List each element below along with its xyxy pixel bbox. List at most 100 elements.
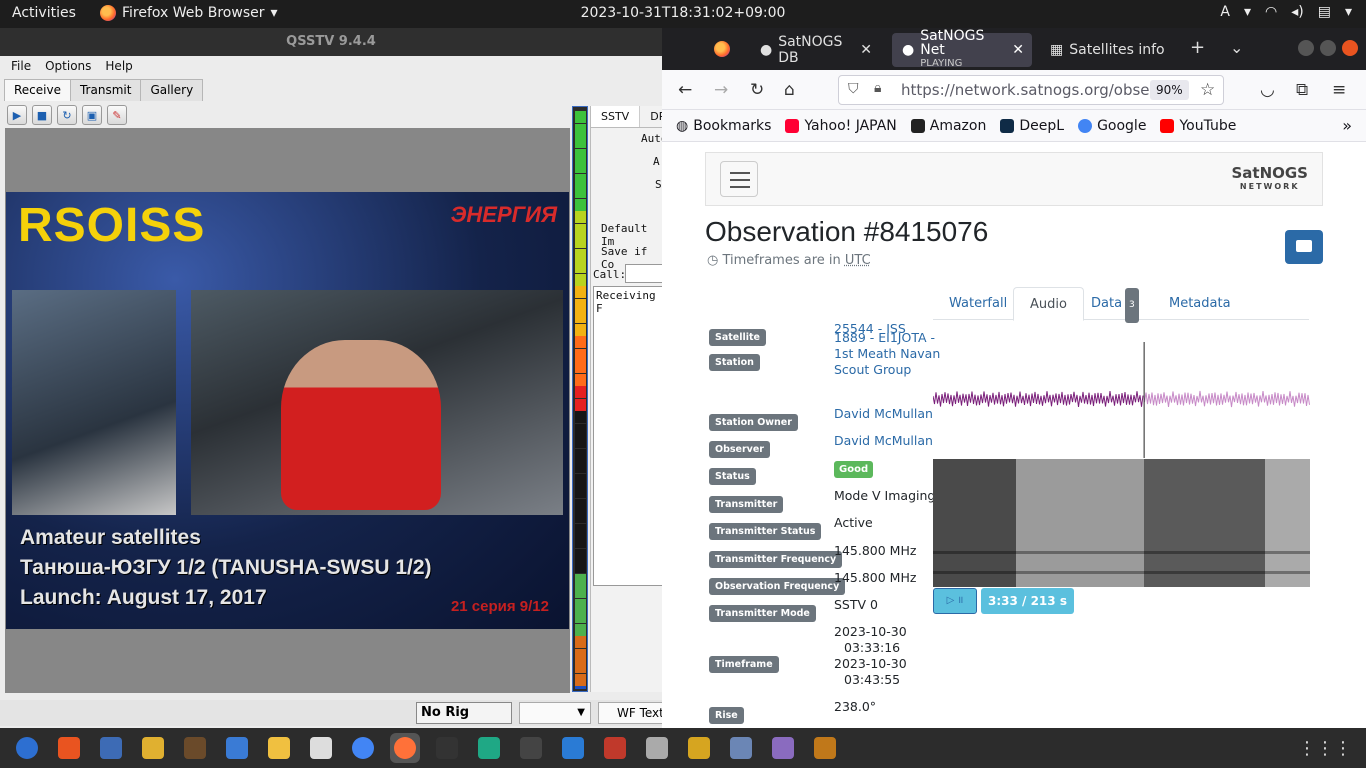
gem-icon[interactable]: [768, 733, 798, 763]
menu-help[interactable]: Help: [105, 59, 132, 73]
meta-link[interactable]: 1st Meath Navan: [834, 346, 940, 362]
status-combo[interactable]: ▼: [519, 702, 591, 724]
start-icon[interactable]: ▶: [7, 105, 27, 125]
meta-row: Transmitter Mode V Imaging: [709, 488, 935, 513]
menu-options[interactable]: Options: [45, 59, 91, 73]
receive-toolbar: ▶ ■ ↻ ▣ ✎: [7, 105, 127, 125]
meter-cell: [575, 161, 586, 173]
tab-satnogs-db[interactable]: ● SatNOGS DB ✕: [750, 33, 880, 67]
close-icon[interactable]: ✕: [1012, 42, 1024, 58]
archive-icon[interactable]: [810, 733, 840, 763]
window-close-icon[interactable]: [1342, 40, 1358, 56]
close-icon[interactable]: ✕: [860, 42, 872, 58]
receive-log[interactable]: Receiving F: [593, 286, 662, 586]
mail-icon[interactable]: [222, 733, 252, 763]
maximize-icon[interactable]: [1320, 40, 1336, 56]
tab-audio[interactable]: Audio: [1013, 287, 1084, 321]
tab-gallery[interactable]: Gallery: [140, 79, 204, 101]
minimize-icon[interactable]: [1298, 40, 1314, 56]
shield-icon[interactable]: ⛉: [848, 81, 859, 97]
document-viewer-icon[interactable]: [306, 733, 336, 763]
files-icon[interactable]: [96, 733, 126, 763]
resync-icon[interactable]: ↻: [57, 105, 77, 125]
satnogs-icon[interactable]: [474, 733, 504, 763]
tab-data[interactable]: Data 3: [1075, 287, 1155, 323]
meter-cell: [575, 623, 586, 636]
tab-receive[interactable]: Receive: [4, 79, 71, 101]
meta-link[interactable]: David McMullan: [834, 406, 933, 422]
bookmark-deepl[interactable]: DeepL: [1000, 118, 1064, 134]
text-editor-icon[interactable]: [264, 733, 294, 763]
meta-link[interactable]: 1889 - EI1JOTA -: [834, 330, 935, 346]
meta-link[interactable]: David McMullan: [834, 433, 933, 449]
menu-file[interactable]: File: [11, 59, 31, 73]
tab-label: SatNOGS Net: [920, 28, 985, 58]
meter-cell: [575, 398, 586, 411]
stop-icon[interactable]: ■: [32, 105, 52, 125]
tab-waterfall[interactable]: Waterfall: [933, 287, 1023, 320]
back-icon[interactable]: ←: [678, 80, 692, 100]
meter-cell: [575, 523, 586, 536]
qsstv-icon[interactable]: [684, 733, 714, 763]
meta-value: 238.0°: [834, 699, 877, 714]
audio-spectrogram[interactable]: [933, 459, 1310, 587]
overflow-chevron-icon[interactable]: »: [1342, 116, 1352, 135]
system-monitor-icon[interactable]: [516, 733, 546, 763]
new-tab-icon[interactable]: +: [1190, 37, 1205, 58]
hamburger-menu-icon[interactable]: [720, 161, 758, 197]
amazon-icon: [910, 118, 925, 133]
play-pause-button[interactable]: ▷ ॥: [933, 588, 977, 614]
firefox-view-icon[interactable]: [714, 41, 730, 57]
bookmark-amazon[interactable]: Amazon: [910, 118, 986, 134]
waveform-played: [933, 391, 1144, 407]
call-input[interactable]: [625, 264, 662, 283]
meta-row: Status Good: [709, 461, 874, 485]
menu-bar: File Options Help: [0, 56, 662, 76]
tab-transmit[interactable]: Transmit: [69, 79, 142, 101]
clock[interactable]: 2023-10-31T18:31:02+09:00: [0, 5, 1366, 21]
tab-drm[interactable]: DR: [640, 106, 662, 127]
tab-satellites-info[interactable]: ▦ Satellites info: [1040, 33, 1170, 67]
chrome-icon[interactable]: [348, 733, 378, 763]
show-apps-icon[interactable]: ⋮⋮⋮: [1298, 738, 1352, 759]
pentagon-icon[interactable]: [138, 733, 168, 763]
bookmark-yahoo[interactable]: Yahoo! JAPAN: [785, 118, 897, 134]
terminal-icon[interactable]: [432, 733, 462, 763]
tab-sstv[interactable]: SSTV: [591, 106, 641, 127]
tab-satnogs-network[interactable]: ● SatNOGS Net PLAYING ✕: [892, 29, 1032, 69]
menu-icon[interactable]: ≡: [1332, 80, 1346, 100]
input-method-indicator[interactable]: A: [1220, 4, 1230, 20]
app-store-icon[interactable]: [54, 733, 84, 763]
firefox-icon[interactable]: [390, 733, 420, 763]
bookmark-youtube[interactable]: YouTube: [1160, 118, 1236, 134]
discuss-button[interactable]: [1285, 230, 1323, 264]
satellite-tracker-icon[interactable]: [558, 733, 588, 763]
save-icon[interactable]: ▣: [82, 105, 102, 125]
zoom-indicator[interactable]: 90%: [1150, 80, 1189, 100]
home-icon[interactable]: ⌂: [784, 80, 795, 100]
system-tray[interactable]: A ▾ ◠ ◂) ▤ ▾: [1220, 4, 1352, 20]
meter-cell: [575, 123, 586, 136]
bookmark-star-icon[interactable]: ☆: [1200, 80, 1215, 100]
bookmarks-menu[interactable]: ◍ Bookmarks: [676, 118, 771, 134]
meta-link[interactable]: Scout Group: [834, 362, 911, 378]
reload-icon[interactable]: ↻: [750, 80, 764, 100]
eraser-icon[interactable]: ✎: [107, 105, 127, 125]
tools-icon[interactable]: [600, 733, 630, 763]
extensions-icon[interactable]: ⧉: [1296, 80, 1308, 100]
wf-text-button[interactable]: WF Text: [598, 702, 668, 724]
satellite-tracker-icon-glyph: [562, 737, 584, 759]
lock-icon[interactable]: 🔒︎: [874, 80, 881, 96]
pocket-icon[interactable]: ◡: [1260, 80, 1275, 100]
meta-label: Timeframe: [709, 656, 779, 673]
bookmark-google[interactable]: Google: [1078, 118, 1146, 134]
wand-icon[interactable]: [180, 733, 210, 763]
notes-icon[interactable]: [726, 733, 756, 763]
forward-icon[interactable]: →: [714, 80, 728, 100]
help-icon[interactable]: [12, 733, 42, 763]
satnogs-logo[interactable]: SatNOGS NETWORK: [1231, 166, 1308, 193]
tab-metadata[interactable]: Metadata: [1153, 287, 1247, 320]
tab-list-icon[interactable]: ⌄: [1230, 38, 1243, 57]
radio-icon[interactable]: [642, 733, 672, 763]
audio-waveform[interactable]: [933, 342, 1310, 458]
